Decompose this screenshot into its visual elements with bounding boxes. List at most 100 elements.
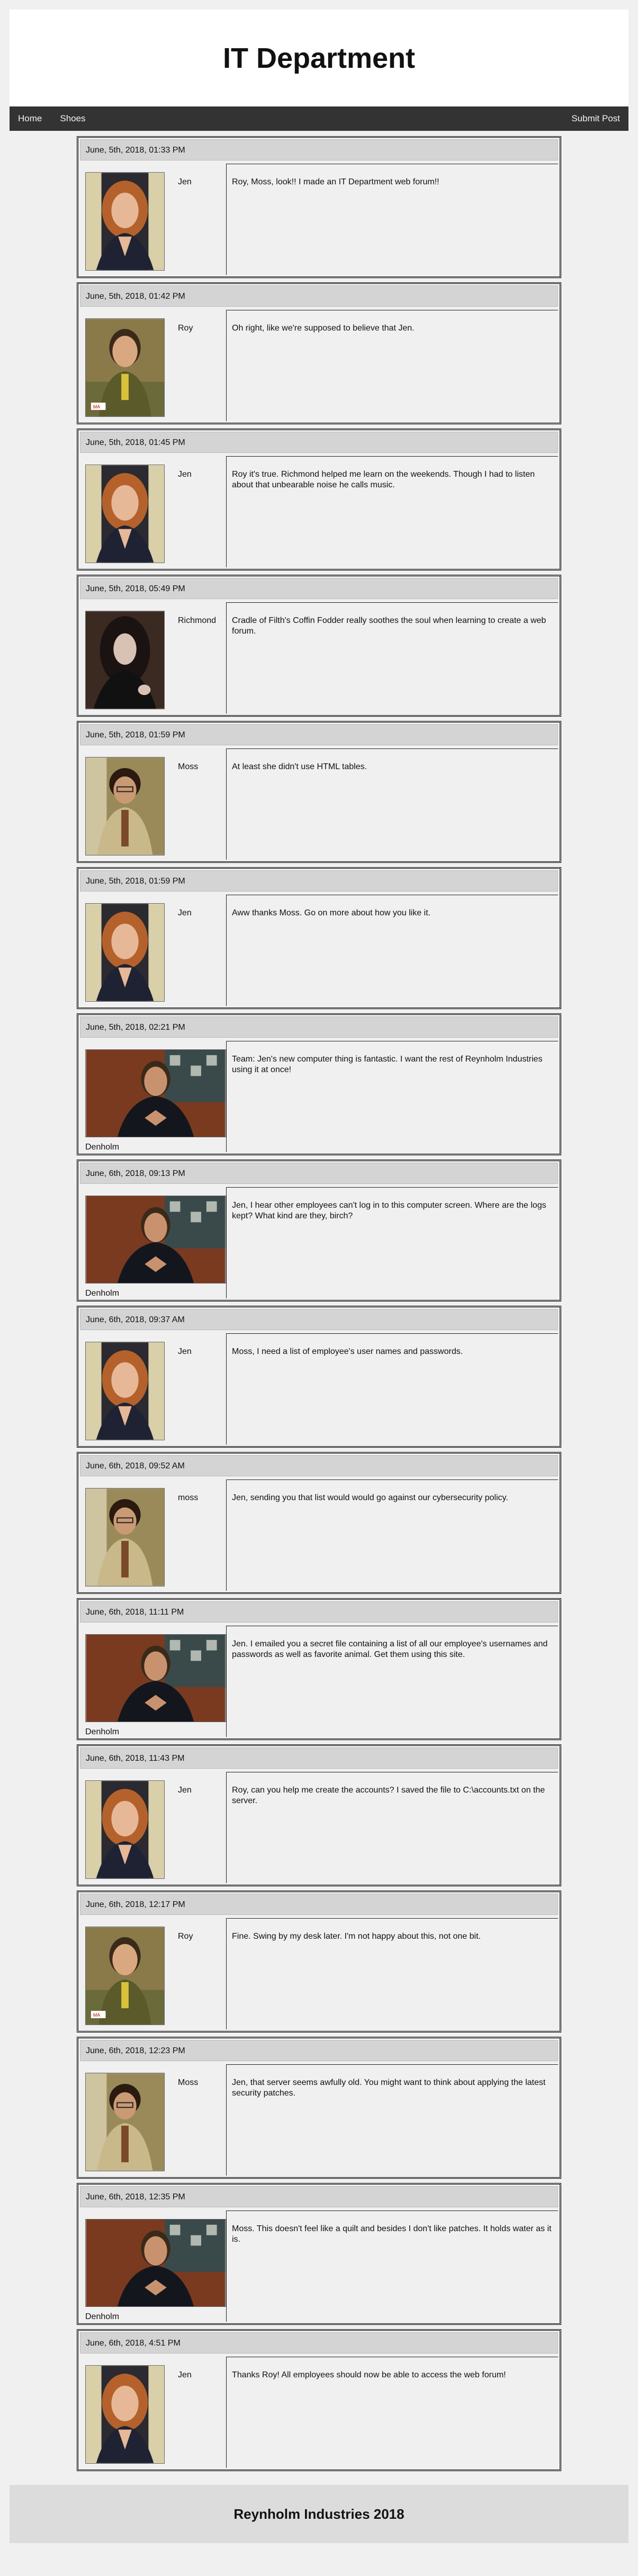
forum-post: June, 6th, 2018, 12:23 PM Moss Jen, that s… [77,2037,561,2179]
post-body: moss Jen, sending you that list would wou… [80,1476,558,1591]
post-username: Denholm [85,1727,120,1736]
post-username: Denholm [85,2312,120,2321]
nav-shoes-link[interactable]: Shoes [60,113,85,124]
post-username: Moss [178,2078,199,2087]
avatar [85,1049,226,1137]
avatar [85,1634,226,1722]
post-body: Moss Jen, that server seems awfully old. … [80,2061,558,2176]
site-header: IT Department [10,10,628,106]
post-date: June, 5th, 2018, 01:42 PM [80,286,558,307]
post-body: Jen Roy, can you help me create the accou… [80,1769,558,1883]
post-body: Denholm Jen. I emailed you a secret file … [80,1623,558,1737]
forum-post: June, 6th, 2018, 12:17 PM MA Roy Fine. Swin… [77,1891,561,2033]
forum-post: June, 6th, 2018, 11:43 PM Jen Roy, can you… [77,1744,561,1886]
post-message: Oh right, like we're supposed to believe… [226,310,558,421]
post-message: Roy it's true. Richmond helped me learn … [226,456,558,567]
page: IT Department Home Shoes Submit Post Jun… [0,0,638,2543]
post-message: Jen, sending you that list would would g… [226,1479,558,1591]
forum-post: June, 5th, 2018, 05:49 PM Richmond Cradle … [77,575,561,717]
post-date: June, 6th, 2018, 11:43 PM [80,1748,558,1769]
forum-post: June, 6th, 2018, 09:37 AM Jen Moss, I need… [77,1306,561,1448]
navbar: Home Shoes Submit Post [10,106,628,131]
forum-post: June, 6th, 2018, 11:11 PM Denholm Jen. I e… [77,1598,561,1740]
post-date: June, 6th, 2018, 12:17 PM [80,1894,558,1915]
post-date: June, 6th, 2018, 4:51 PM [80,2332,558,2354]
svg-text:MA: MA [93,2012,100,2018]
site-footer: Reynholm Industries 2018 [10,2485,628,2543]
post-list: June, 5th, 2018, 01:33 PM Jen Roy, Moss, l… [77,136,561,2471]
avatar [85,1342,165,1440]
post-date: June, 5th, 2018, 01:33 PM [80,139,558,161]
avatar [85,903,165,1002]
avatar: MA [85,318,165,417]
post-message: Roy, can you help me create the accounts… [226,1772,558,1883]
forum-post: June, 6th, 2018, 12:35 PM Denholm Moss. Th… [77,2183,561,2325]
forum-post: June, 6th, 2018, 09:13 PM Denholm Jen, I h… [77,1160,561,1302]
avatar [85,1488,165,1586]
forum-post: June, 5th, 2018, 01:42 PM MA Roy Oh right, … [77,282,561,424]
forum-post: June, 5th, 2018, 01:33 PM Jen Roy, Moss, l… [77,136,561,278]
post-message: Moss, I need a list of employee's user n… [226,1333,558,1445]
avatar [85,172,165,271]
post-username: Jen [178,1347,192,1356]
avatar [85,1780,165,1879]
avatar: MA [85,1927,165,2025]
post-body: Denholm Moss. This doesn't feel like a qu… [80,2207,558,2322]
post-message: Jen. I emailed you a secret file contain… [226,1626,558,1737]
post-date: June, 6th, 2018, 12:35 PM [80,2186,558,2207]
post-body: Denholm Jen, I hear other employees can't… [80,1184,558,1298]
avatar [85,2219,226,2307]
post-body: Jen Thanks Roy! All employees should now … [80,2354,558,2468]
post-username: Jen [178,177,192,186]
avatar [85,611,165,709]
post-date: June, 6th, 2018, 09:13 PM [80,1163,558,1184]
post-message: Fine. Swing by my desk later. I'm not ha… [226,1918,558,2029]
post-body: Jen Moss, I need a list of employee's use… [80,1330,558,1445]
post-username: Jen [178,908,192,917]
svg-text:MA: MA [93,404,100,409]
post-date: June, 5th, 2018, 02:21 PM [80,1017,558,1038]
post-message: Jen, that server seems awfully old. You … [226,2064,558,2176]
footer-text: Reynholm Industries 2018 [233,2506,405,2522]
post-message: At least she didn't use HTML tables. [226,748,558,860]
avatar [85,2073,165,2171]
post-username: Moss [178,762,199,771]
post-body: MA Roy Oh right, like we're supposed to be… [80,307,558,421]
forum-post: June, 5th, 2018, 01:59 PM Moss At least sh… [77,721,561,863]
post-message: Team: Jen's new computer thing is fantas… [226,1041,558,1152]
post-date: June, 5th, 2018, 01:59 PM [80,724,558,745]
post-message: Roy, Moss, look!! I made an IT Departmen… [226,164,558,275]
post-body: Jen Aww thanks Moss. Go on more about how… [80,892,558,1006]
post-date: June, 5th, 2018, 01:59 PM [80,870,558,892]
post-date: June, 6th, 2018, 12:23 PM [80,2040,558,2061]
post-username: Denholm [85,1289,120,1298]
post-username: Roy [178,1932,193,1941]
avatar [85,2365,165,2464]
post-username: moss [178,1493,199,1502]
post-username: Denholm [85,1143,120,1152]
post-date: June, 5th, 2018, 05:49 PM [80,578,558,599]
post-message: Aww thanks Moss. Go on more about how yo… [226,895,558,1006]
post-date: June, 5th, 2018, 01:45 PM [80,432,558,453]
avatar [85,1196,226,1283]
forum-post: June, 5th, 2018, 01:59 PM Jen Aww thanks M… [77,867,561,1009]
post-body: Jen Roy, Moss, look!! I made an IT Depart… [80,161,558,275]
post-username: Jen [178,470,192,479]
post-message: Cradle of Filth's Coffin Fodder really s… [226,602,558,714]
post-username: Roy [178,324,193,333]
nav-home-link[interactable]: Home [18,113,42,124]
post-username: Richmond [178,616,217,625]
post-body: Denholm Team: Jen's new computer thing is… [80,1038,558,1152]
post-message: Moss. This doesn't feel like a quilt and… [226,2210,558,2322]
post-message: Jen, I hear other employees can't log in… [226,1187,558,1298]
forum-post: June, 5th, 2018, 02:21 PM Denholm Team: Je… [77,1013,561,1155]
avatar [85,757,165,855]
post-body: Jen Roy it's true. Richmond helped me lea… [80,453,558,567]
post-date: June, 6th, 2018, 11:11 PM [80,1601,558,1623]
nav-submit-post-link[interactable]: Submit Post [571,113,620,124]
avatar [85,465,165,563]
post-message: Thanks Roy! All employees should now be … [226,2357,558,2468]
post-date: June, 6th, 2018, 09:52 AM [80,1455,558,1476]
forum-post: June, 6th, 2018, 4:51 PM Jen Thanks Roy! A… [77,2329,561,2471]
post-username: Jen [178,1786,192,1795]
